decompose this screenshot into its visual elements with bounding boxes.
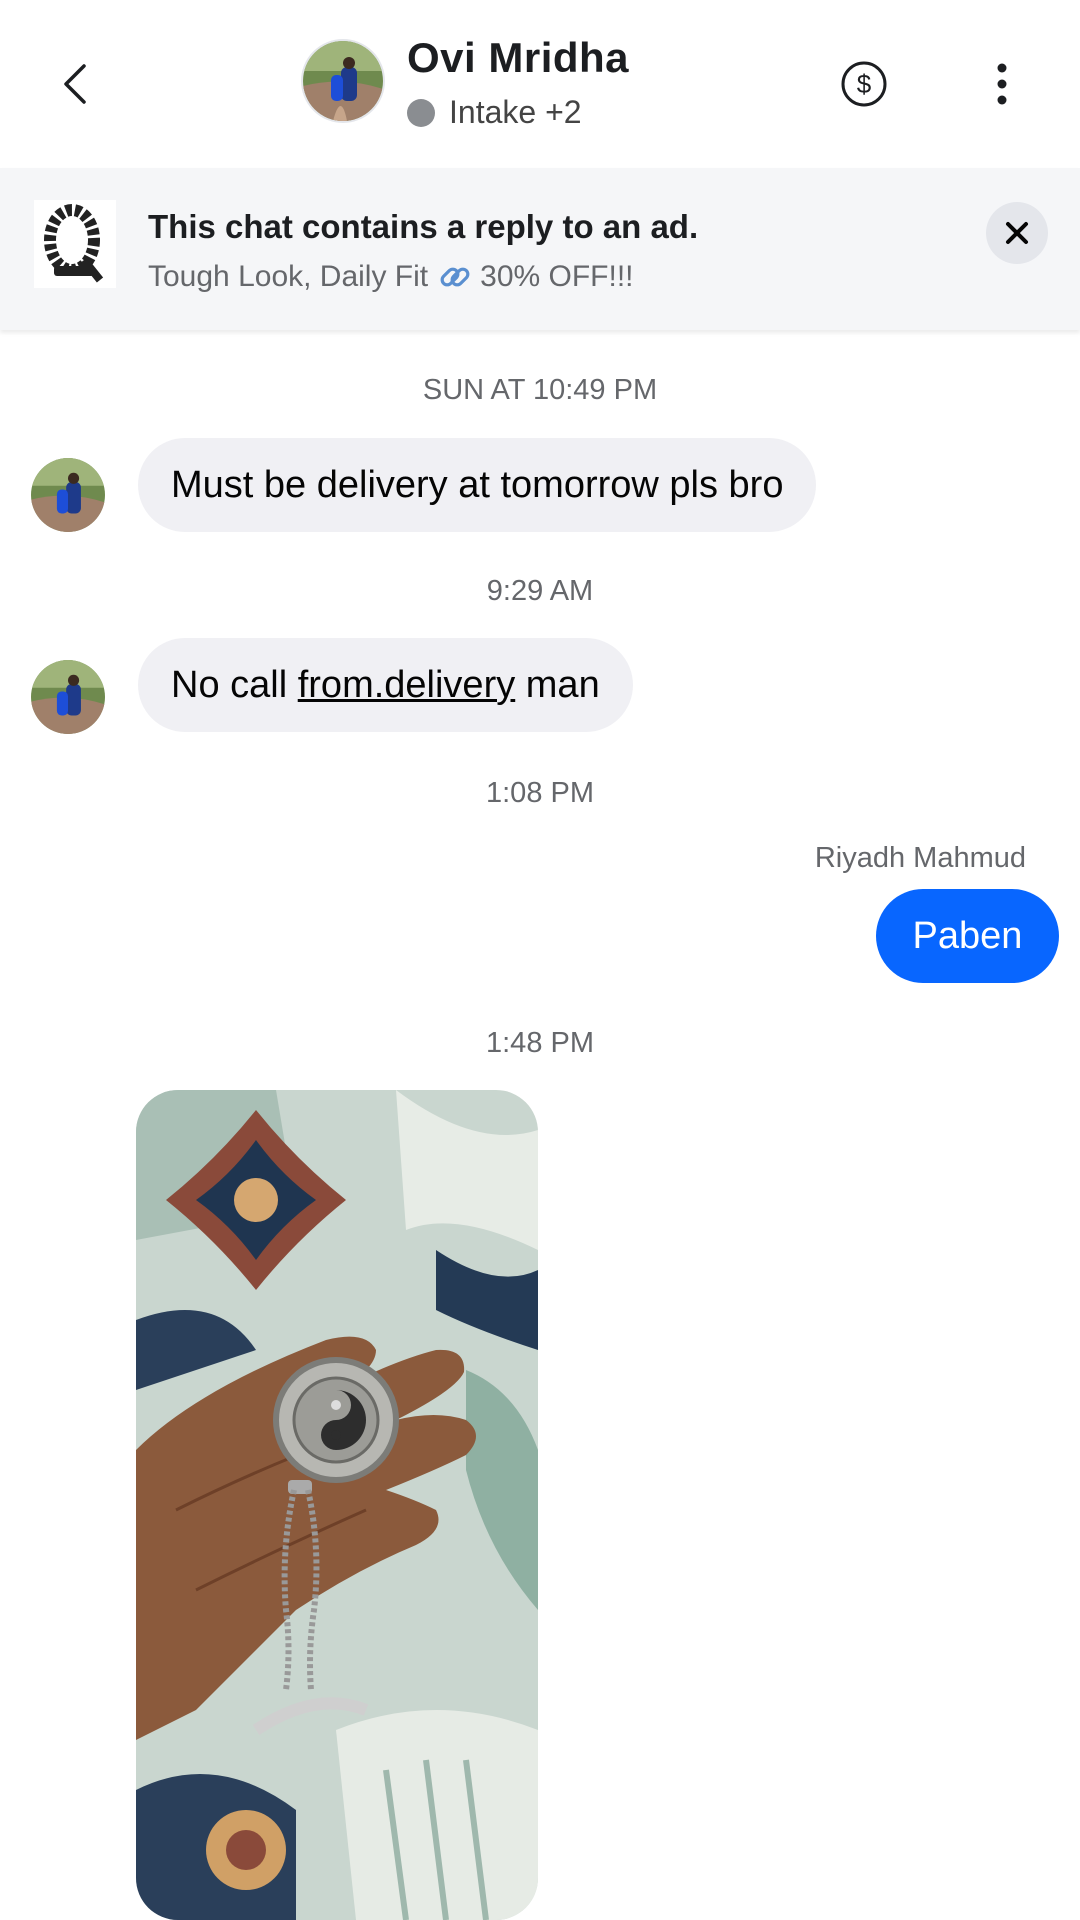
hand-holding-yin-yang-pendant-photo xyxy=(136,1090,538,1920)
ad-banner-title: This chat contains a reply to an ad. xyxy=(148,208,699,245)
timestamp: 9:29 AM xyxy=(486,575,594,607)
more-vertical-icon xyxy=(997,63,1007,105)
message-link[interactable]: from.delivery xyxy=(298,664,516,707)
svg-text:$: $ xyxy=(857,69,872,99)
payment-button[interactable]: $ xyxy=(840,60,888,108)
sender-avatar[interactable] xyxy=(31,458,105,532)
ad-close-button[interactable] xyxy=(986,202,1048,264)
status-dot-icon xyxy=(407,98,435,127)
message-text-before: No call xyxy=(171,663,298,706)
message-text: Paben xyxy=(912,914,1023,957)
message-photo[interactable] xyxy=(136,1090,538,1920)
status-text: Intake +2 xyxy=(449,94,582,130)
avatar-photo xyxy=(303,41,383,121)
message-bubble-incoming[interactable]: Must be delivery at tomorrow pls bro xyxy=(138,438,817,532)
contact-avatar[interactable] xyxy=(301,39,385,123)
ad-subtitle-left: Tough Look, Daily Fit xyxy=(148,260,429,293)
ad-subtitle-right: 30% OFF!!! xyxy=(480,260,634,293)
back-button[interactable] xyxy=(56,56,96,112)
timestamp: 1:48 PM xyxy=(486,1027,594,1059)
timestamp: 1:08 PM xyxy=(486,777,594,809)
avatar-photo xyxy=(31,458,105,532)
close-icon xyxy=(1006,222,1028,244)
timestamp: SUN AT 10:49 PM xyxy=(422,374,658,406)
sender-avatar[interactable] xyxy=(31,660,105,734)
dollar-circle-icon: $ xyxy=(841,61,887,107)
chevron-left-icon xyxy=(64,64,86,104)
message-bubble-outgoing[interactable]: Paben xyxy=(876,889,1059,983)
contact-name[interactable]: Ovi Mridha xyxy=(407,34,629,82)
more-options-button[interactable] xyxy=(984,60,1020,108)
message-text-after: man xyxy=(515,663,600,706)
avatar-photo xyxy=(31,660,105,734)
ad-reply-banner[interactable]: This chat contains a reply to an ad. Tou… xyxy=(0,168,1080,330)
message-bubble-incoming[interactable]: No call from.delivery man xyxy=(138,638,633,732)
bracelet-thumbnail xyxy=(44,204,104,283)
contact-status: Intake +2 xyxy=(407,94,582,131)
ad-banner-subtitle: Tough Look, Daily Fit 30% OFF!!! xyxy=(148,260,634,294)
sender-name: Riyadh Mahmud xyxy=(814,842,1026,874)
ad-thumbnail xyxy=(34,200,116,288)
chat-header: Ovi Mridha Intake +2 $ xyxy=(0,0,1080,168)
message-text: Must be delivery at tomorrow pls bro xyxy=(171,463,784,506)
link-emoji-icon xyxy=(440,267,470,287)
